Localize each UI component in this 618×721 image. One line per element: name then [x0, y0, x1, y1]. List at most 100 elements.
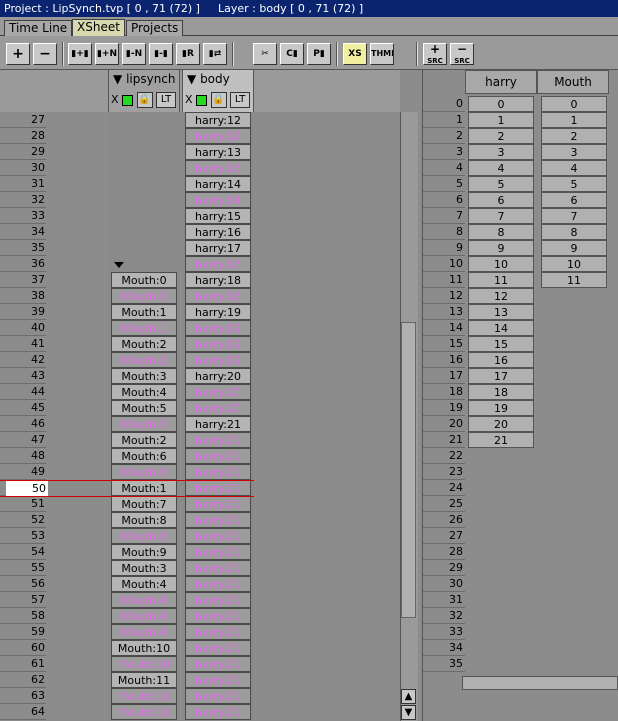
insert-frame-button[interactable]: ▮+▮: [68, 43, 92, 65]
body-cell[interactable]: harry:19: [185, 336, 251, 352]
source-harry-cell[interactable]: 0: [468, 96, 534, 112]
frame-number[interactable]: 46: [0, 416, 46, 432]
body-cell[interactable]: harry:20: [185, 384, 251, 400]
frame-number[interactable]: 42: [0, 352, 46, 368]
body-cell[interactable]: harry:21: [185, 432, 251, 448]
color-swatch[interactable]: [196, 94, 208, 106]
source-mouth-cell[interactable]: 9: [541, 240, 607, 256]
lipsynch-cell[interactable]: Mouth:9: [111, 544, 177, 560]
horizontal-scrollbar[interactable]: [462, 676, 618, 690]
frame-number[interactable]: 49: [0, 464, 46, 480]
body-cell[interactable]: harry:21: [185, 672, 251, 688]
lipsynch-cell[interactable]: Mouth:3: [111, 368, 177, 384]
thumbnail-view-toggle[interactable]: THMB: [370, 43, 394, 65]
insert-n-frames-button[interactable]: ▮+N: [95, 43, 119, 65]
body-cell[interactable]: harry:21: [185, 480, 251, 496]
source-mouth-cell[interactable]: 5: [541, 176, 607, 192]
copy-button[interactable]: C▮: [280, 43, 304, 65]
lipsynch-cell[interactable]: Mouth:10: [111, 640, 177, 656]
frame-number[interactable]: 64: [0, 704, 46, 720]
frame-number[interactable]: 27: [0, 112, 46, 128]
tab-projects[interactable]: Projects: [126, 20, 184, 36]
source-harry-cell[interactable]: 16: [468, 352, 534, 368]
frame-number[interactable]: 45: [0, 400, 46, 416]
frame-number[interactable]: 48: [0, 448, 46, 464]
body-cell[interactable]: harry:14: [185, 192, 251, 208]
body-cell[interactable]: harry:20: [185, 400, 251, 416]
body-cell[interactable]: harry:21: [185, 496, 251, 512]
frame-number[interactable]: 38: [0, 288, 46, 304]
lipsynch-cell[interactable]: Mouth:5: [111, 416, 177, 432]
frame-number[interactable]: 57: [0, 592, 46, 608]
body-cell[interactable]: harry:16: [185, 224, 251, 240]
body-cell[interactable]: harry:21: [185, 640, 251, 656]
scrollbar-thumb[interactable]: [401, 322, 416, 618]
frame-number[interactable]: 59: [0, 624, 46, 640]
body-cell[interactable]: harry:21: [185, 512, 251, 528]
body-cell[interactable]: harry:21: [185, 576, 251, 592]
add-source-button[interactable]: + SRC: [423, 43, 447, 65]
source-header-mouth[interactable]: Mouth: [537, 70, 609, 94]
frame-number[interactable]: 53: [0, 528, 46, 544]
lock-icon[interactable]: 🔒: [210, 92, 227, 108]
source-harry-cell[interactable]: 6: [468, 192, 534, 208]
visibility-x[interactable]: X: [111, 93, 119, 106]
body-cell[interactable]: harry:12: [185, 128, 251, 144]
body-cell[interactable]: harry:20: [185, 368, 251, 384]
tab-xsheet[interactable]: XSheet: [72, 19, 125, 36]
body-cell[interactable]: harry:18: [185, 272, 251, 288]
lipsynch-cell[interactable]: Mouth:7: [111, 496, 177, 512]
lipsynch-cell[interactable]: Mouth:2: [111, 352, 177, 368]
source-harry-cell[interactable]: 12: [468, 288, 534, 304]
frame-number[interactable]: 43: [0, 368, 46, 384]
source-mouth-cell[interactable]: 10: [541, 256, 607, 272]
source-harry-cell[interactable]: 13: [468, 304, 534, 320]
lipsynch-cell[interactable]: Mouth:2: [111, 336, 177, 352]
frame-number[interactable]: 60: [0, 640, 46, 656]
collapse-arrow-icon[interactable]: ▼: [187, 72, 196, 86]
frame-number[interactable]: 51: [0, 496, 46, 512]
source-harry-cell[interactable]: 5: [468, 176, 534, 192]
body-cell[interactable]: harry:21: [185, 544, 251, 560]
paste-button[interactable]: P▮: [307, 43, 331, 65]
body-cell[interactable]: harry:18: [185, 288, 251, 304]
body-cell[interactable]: harry:19: [185, 320, 251, 336]
body-cell[interactable]: harry:13: [185, 160, 251, 176]
body-cell[interactable]: harry:21: [185, 608, 251, 624]
body-cell[interactable]: harry:21: [185, 624, 251, 640]
body-cell[interactable]: harry:21: [185, 688, 251, 704]
add-layer-button[interactable]: +: [6, 43, 30, 65]
lipsynch-cell[interactable]: Mouth:3: [111, 560, 177, 576]
frame-number[interactable]: 32: [0, 192, 46, 208]
source-mouth-cell[interactable]: 1: [541, 112, 607, 128]
layer-header-lipsynch[interactable]: ▼ lipsynch X 🔒 LT: [108, 70, 180, 112]
source-mouth-cell[interactable]: 3: [541, 144, 607, 160]
scroll-up-button[interactable]: ▲: [401, 689, 416, 704]
source-harry-cell[interactable]: 20: [468, 416, 534, 432]
lipsynch-cell[interactable]: Mouth:11: [111, 672, 177, 688]
source-mouth-cell[interactable]: 7: [541, 208, 607, 224]
lipsynch-cell[interactable]: Mouth:8: [111, 528, 177, 544]
remove-layer-button[interactable]: −: [33, 43, 57, 65]
body-cell[interactable]: harry:21: [185, 560, 251, 576]
source-header-harry[interactable]: harry: [465, 70, 537, 94]
frame-number[interactable]: 36: [0, 256, 46, 272]
lipsynch-cell[interactable]: Mouth:1: [111, 320, 177, 336]
body-cell[interactable]: harry:13: [185, 144, 251, 160]
source-mouth-cell[interactable]: 8: [541, 224, 607, 240]
lipsynch-cell[interactable]: Mouth:11: [111, 704, 177, 720]
lipsynch-cell[interactable]: Mouth:4: [111, 592, 177, 608]
source-harry-cell[interactable]: 3: [468, 144, 534, 160]
lipsynch-cell[interactable]: Mouth:1: [111, 480, 177, 496]
visibility-x[interactable]: X: [185, 93, 193, 106]
source-harry-cell[interactable]: 11: [468, 272, 534, 288]
body-cell[interactable]: harry:17: [185, 240, 251, 256]
frame-number[interactable]: 47: [0, 432, 46, 448]
lipsynch-cell[interactable]: Mouth:4: [111, 608, 177, 624]
light-table-button[interactable]: LT: [156, 92, 177, 108]
frame-number[interactable]: 31: [0, 176, 46, 192]
source-mouth-cell[interactable]: 6: [541, 192, 607, 208]
color-swatch[interactable]: [122, 94, 134, 106]
source-harry-cell[interactable]: 10: [468, 256, 534, 272]
body-cell[interactable]: harry:21: [185, 528, 251, 544]
